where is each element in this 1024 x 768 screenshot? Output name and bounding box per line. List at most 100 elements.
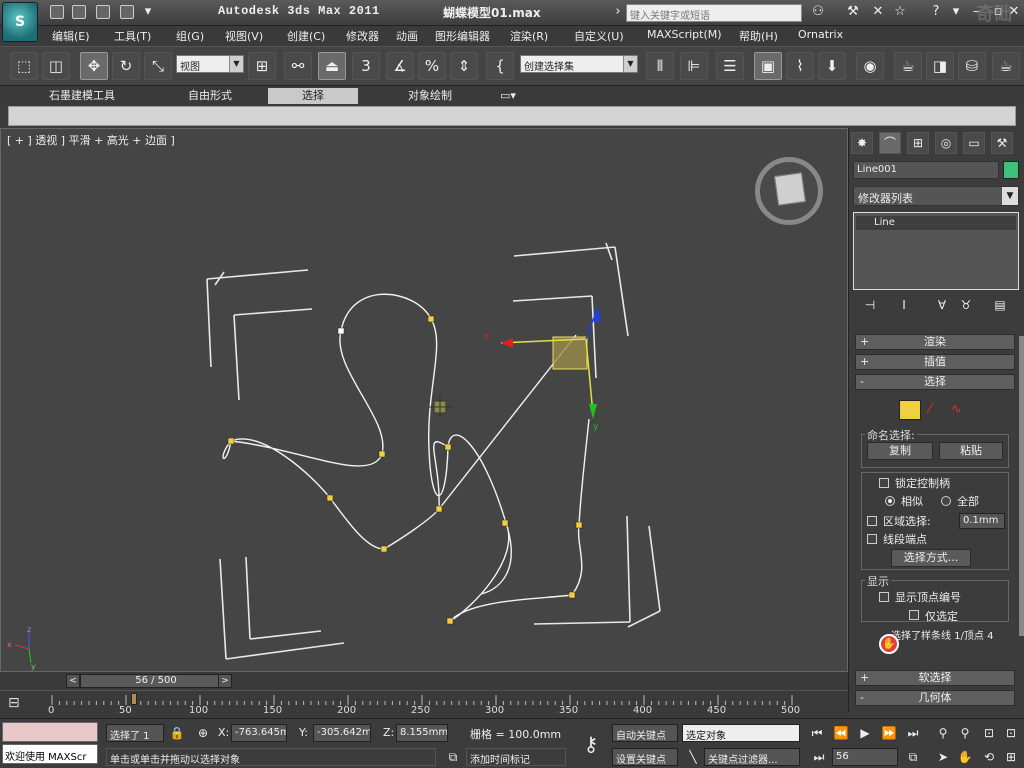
subscription-icon[interactable]: ⚒	[845, 4, 861, 20]
select-manipulate-icon[interactable]: ⚯	[284, 52, 312, 80]
orbit-icon[interactable]: ⟲	[980, 748, 998, 766]
schematic-view-icon[interactable]: ⬇	[818, 52, 846, 80]
menu-modifiers[interactable]: 修改器	[346, 28, 379, 44]
menu-create[interactable]: 创建(C)	[287, 28, 325, 44]
zoom-extents-icon[interactable]: ⊡	[980, 724, 998, 742]
communication-icon[interactable]: ✕	[870, 4, 886, 20]
menu-rendering[interactable]: 渲染(R)	[510, 28, 548, 44]
menu-maxscript[interactable]: MAXScript(M)	[647, 28, 722, 41]
segment-end-checkbox[interactable]	[867, 534, 877, 544]
vertex[interactable]	[378, 450, 386, 458]
edit-named-selection-icon[interactable]: {	[486, 52, 514, 80]
vertex[interactable]	[435, 505, 443, 513]
selected-only-checkbox[interactable]	[909, 610, 919, 620]
project-folder-icon[interactable]	[120, 5, 134, 19]
maximize-viewport-icon[interactable]: ⊞	[1002, 748, 1020, 766]
add-time-tag-button[interactable]: 添加时间标记	[466, 748, 566, 766]
time-configuration-icon[interactable]: ⧉	[904, 748, 922, 766]
motion-panel-icon[interactable]: ◎	[935, 132, 957, 154]
stack-item-line[interactable]: Line	[856, 216, 1016, 230]
time-slider-prev-button[interactable]: <	[66, 674, 80, 688]
auto-key-button[interactable]: 自动关键点	[612, 724, 678, 742]
rollout-geometry[interactable]: - 几何体	[855, 690, 1015, 706]
previous-frame-icon[interactable]: ⏪	[832, 724, 850, 742]
display-panel-icon[interactable]: ▭	[963, 132, 985, 154]
current-frame-field[interactable]: 56	[832, 748, 898, 766]
rollout-soft-selection[interactable]: + 软选择	[855, 670, 1015, 686]
menu-graph-editors[interactable]: 图形编辑器	[435, 28, 490, 44]
menu-views[interactable]: 视图(V)	[225, 28, 263, 44]
angle-snap-icon[interactable]: ∡	[386, 52, 414, 80]
scene-canvas[interactable]: x y z x y	[1, 129, 847, 671]
gizmo-axis-y[interactable]	[585, 338, 594, 415]
key-mode-icon[interactable]: ⏭	[810, 748, 828, 766]
render-production-icon[interactable]: ⛁	[958, 52, 986, 80]
vertex[interactable]	[326, 494, 334, 502]
percent-snap-icon[interactable]: %	[418, 52, 446, 80]
gizmo-arrow-x[interactable]	[501, 338, 513, 348]
perspective-viewport[interactable]: [ + ] 透视 ] 平滑 + 高光 + 边面 ] x y z x y	[0, 128, 848, 672]
open-file-icon[interactable]	[72, 5, 86, 19]
reference-coordinate-dropdown[interactable]: 视图 ▼	[176, 55, 244, 73]
tab-object-paint[interactable]: 对象绘制	[378, 88, 482, 104]
render-setup-icon[interactable]: ☕	[894, 52, 922, 80]
all-radio[interactable]	[941, 496, 951, 506]
copy-selection-button[interactable]: 复制	[867, 442, 933, 460]
pin-stack-icon[interactable]: ⊣	[861, 296, 879, 314]
vertex[interactable]	[446, 617, 454, 625]
lock-handles-checkbox[interactable]	[879, 478, 889, 488]
material-editor-icon[interactable]: ◉	[856, 52, 884, 80]
show-vertex-numbers-checkbox[interactable]	[879, 592, 889, 602]
new-file-icon[interactable]	[50, 5, 64, 19]
keyboard-shortcut-override-icon[interactable]: ⏏	[318, 52, 346, 80]
binoculars-icon[interactable]: ⚇	[810, 4, 826, 20]
spline-line001[interactable]	[222, 293, 590, 622]
curve-editor-icon[interactable]: ⌇	[786, 52, 814, 80]
remove-modifier-icon[interactable]: ♉	[957, 296, 975, 314]
absolute-mode-transform-icon[interactable]: ⊕	[194, 724, 212, 742]
rendered-frame-window-icon[interactable]: ◨	[926, 52, 954, 80]
utilities-panel-icon[interactable]: ⚒	[991, 132, 1013, 154]
segment-subobject-icon[interactable]: ⁄	[929, 402, 931, 417]
maxscript-listener-output[interactable]	[2, 722, 98, 742]
key-filters-button[interactable]: 关键点过滤器...	[704, 748, 800, 766]
rollout-selection[interactable]: - 选择	[855, 374, 1015, 390]
play-icon[interactable]: ▶	[856, 724, 874, 742]
viewcube-box[interactable]	[774, 172, 806, 206]
set-key-button[interactable]: 设置关键点	[612, 748, 678, 766]
paste-selection-button[interactable]: 粘贴	[939, 442, 1003, 460]
tab-graphite-modeling[interactable]: 石墨建模工具	[30, 88, 134, 104]
field-of-view-icon[interactable]: ➤	[934, 748, 952, 766]
move-gizmo[interactable]: x y	[484, 306, 601, 432]
ribbon-options-icon[interactable]: ▭▾	[494, 88, 522, 104]
rollout-rendering[interactable]: + 渲染	[855, 334, 1015, 350]
render-iterative-icon[interactable]: ☕	[992, 52, 1020, 80]
menu-tools[interactable]: 工具(T)	[114, 28, 151, 44]
select-scale-icon[interactable]: ⤡	[144, 52, 172, 80]
save-file-icon[interactable]	[96, 5, 110, 19]
pivot-center-icon[interactable]: ⊞	[248, 52, 276, 80]
key-mode-toggle-icon[interactable]: ╲	[684, 748, 702, 766]
help-icon[interactable]: ?	[928, 4, 944, 20]
mini-curve-editor-icon[interactable]: ⊟	[8, 695, 32, 715]
select-rotate-icon[interactable]: ↻	[112, 52, 140, 80]
current-time-marker[interactable]	[131, 693, 137, 705]
menu-help[interactable]: 帮助(H)	[739, 28, 778, 44]
spinner-snap-icon[interactable]: ⇕	[450, 52, 478, 80]
vertex[interactable]	[380, 545, 388, 553]
zoom-icon[interactable]: ⚲	[934, 724, 952, 742]
y-coordinate-field[interactable]: -305.642m	[313, 724, 371, 742]
configure-modifier-sets-icon[interactable]: ▤	[991, 296, 1009, 314]
viewcube[interactable]	[755, 157, 823, 225]
align-icon[interactable]: ⊫	[680, 52, 708, 80]
select-region-icon[interactable]: ◫	[42, 52, 70, 80]
area-selection-checkbox[interactable]	[867, 516, 877, 526]
gizmo-arrow-y[interactable]	[589, 404, 597, 419]
track-bar[interactable]: ⊟ 0 50 100 150 200 250 300 350 400 450 5…	[0, 690, 848, 718]
x-coordinate-field[interactable]: -763.645m	[231, 724, 287, 742]
named-selection-set-dropdown[interactable]: 创建选择集 ▼	[520, 55, 638, 73]
z-coordinate-field[interactable]: 8.155mm	[396, 724, 448, 742]
vertex[interactable]	[427, 315, 435, 323]
vertex[interactable]	[501, 519, 509, 527]
menu-customize[interactable]: 自定义(U)	[574, 28, 624, 44]
